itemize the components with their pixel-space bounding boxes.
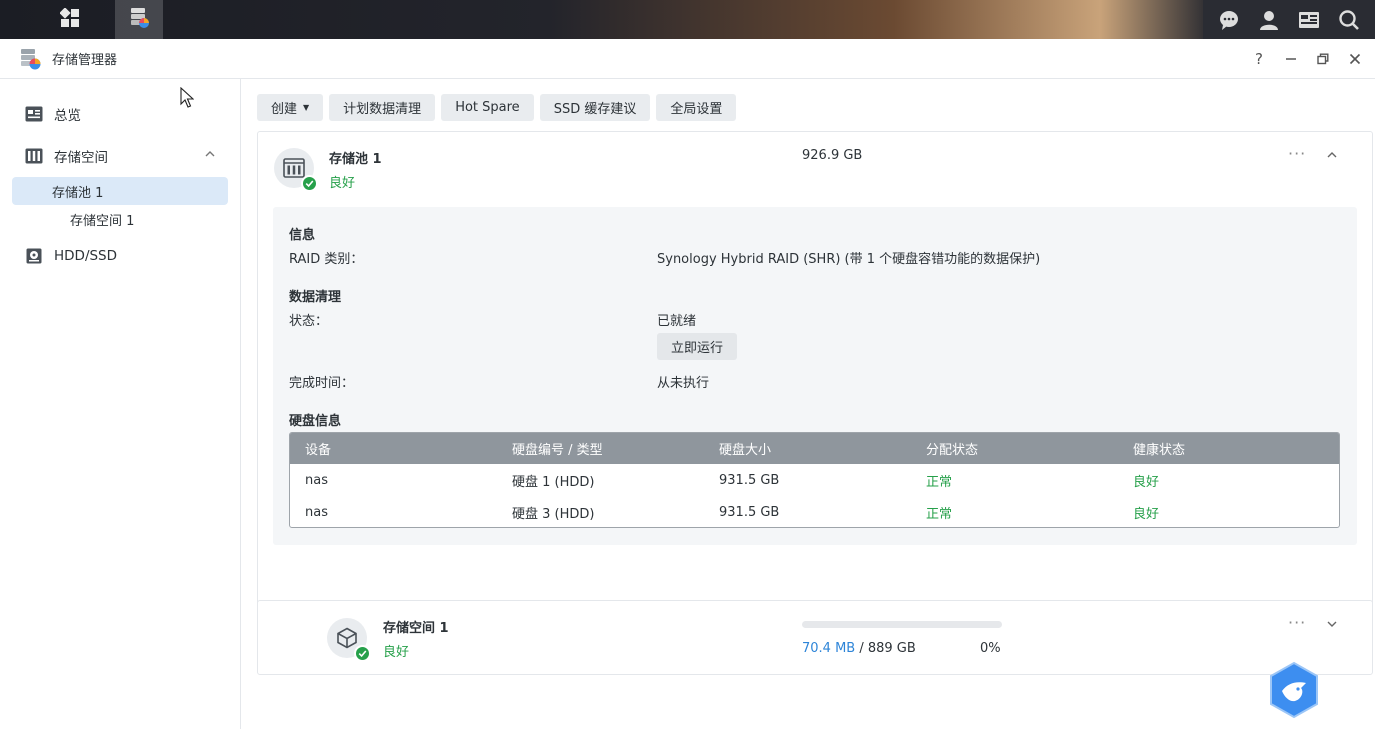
storage-pool-name: 存储池 1: [329, 152, 382, 167]
volume-usage-percent: 0%: [980, 641, 1001, 656]
storage-pool-icon: [274, 148, 318, 192]
volume-name: 存储空间 1: [383, 621, 449, 636]
more-icon[interactable]: ···: [1288, 613, 1306, 632]
storage-pool-details: 信息 RAID 类别： Synology Hybrid RAID (SHR) (…: [273, 207, 1357, 545]
storage-icon: [24, 146, 44, 166]
scrub-section-title: 数据清理: [289, 290, 342, 305]
table-header-row: 设备 硬盘编号 / 类型 硬盘大小 分配状态 健康状态: [290, 433, 1339, 464]
widgets-icon[interactable]: [1295, 6, 1323, 34]
scrub-status-value: 已就绪: [657, 314, 697, 329]
chevron-down-icon[interactable]: [1326, 618, 1338, 634]
device-cell: nas: [305, 472, 328, 488]
window-titlebar[interactable]: 存储管理器 ?: [0, 39, 1375, 79]
sidebar-item-label: 存储空间: [54, 150, 108, 166]
volume-total: / 889 GB: [855, 641, 916, 656]
disk-info-section-title: 硬盘信息: [289, 414, 342, 429]
scrub-status-label: 状态：: [289, 314, 329, 329]
column-header[interactable]: 硬盘编号 / 类型: [497, 439, 704, 458]
mouse-cursor-icon: [180, 86, 195, 113]
minimize-icon[interactable]: [1275, 43, 1307, 75]
volume-status: 良好: [383, 645, 410, 660]
assistant-button[interactable]: [1268, 661, 1320, 719]
ssd-cache-advisor-button[interactable]: SSD 缓存建议: [539, 93, 651, 121]
storage-pool-status: 良好: [329, 176, 356, 191]
check-icon: [354, 645, 371, 662]
sidebar-item-label: HDD/SSD: [54, 248, 118, 264]
column-header[interactable]: 设备: [290, 439, 497, 458]
raid-type-value: Synology Hybrid RAID (SHR) (带 1 个硬盘容错功能的…: [657, 252, 1041, 267]
hot-spare-button[interactable]: Hot Spare: [441, 93, 534, 121]
storage-pool-header[interactable]: 存储池 1 良好 926.9 GB ···: [258, 132, 1372, 206]
run-now-button[interactable]: 立即运行: [657, 333, 738, 360]
disk-id-cell: 硬盘 3 (HDD): [512, 506, 595, 522]
storage-manager-app-icon: [18, 47, 42, 71]
device-cell: nas: [305, 504, 328, 520]
sidebar-item-pool-1[interactable]: 存储池 1: [12, 177, 228, 205]
schedule-scrub-button[interactable]: 计划数据清理: [329, 93, 436, 121]
close-icon[interactable]: [1339, 43, 1371, 75]
sidebar-item-overview[interactable]: 总览: [0, 93, 240, 135]
volume-usage-text: 70.4 MB / 889 GB: [802, 641, 916, 656]
more-icon[interactable]: ···: [1288, 144, 1306, 163]
volume-usage-bar: [802, 621, 1002, 628]
completed-time-label: 完成时间：: [289, 376, 355, 391]
help-icon[interactable]: ?: [1243, 43, 1275, 75]
caret-down-icon: ▼: [303, 102, 310, 112]
volume-icon: [327, 618, 371, 662]
disk-id-cell: 硬盘 1 (HDD): [512, 474, 595, 490]
info-section-title: 信息: [289, 228, 316, 243]
allocation-status-cell: 正常: [926, 506, 953, 522]
restore-icon[interactable]: [1307, 43, 1339, 75]
sidebar-item-label: 总览: [54, 108, 81, 124]
sidebar-item-hdd-ssd[interactable]: HDD/SSD: [0, 235, 240, 277]
search-icon[interactable]: [1335, 6, 1363, 34]
check-icon: [301, 175, 318, 192]
chevron-up-icon[interactable]: [204, 148, 216, 164]
overview-icon: [24, 104, 44, 124]
global-settings-button[interactable]: 全局设置: [656, 93, 737, 121]
window-controls: ?: [1243, 39, 1371, 79]
disk-size-cell: 931.5 GB: [719, 504, 780, 520]
grid-icon: [59, 6, 80, 32]
storage-manager-taskbar-button[interactable]: [115, 0, 163, 39]
sidebar-item-storage[interactable]: 存储空间: [0, 135, 240, 177]
main-content: 创建 ▼ 计划数据清理 Hot Spare SSD 缓存建议 全局设置 存储池 1…: [257, 79, 1375, 729]
sidebar-item-volume-1[interactable]: 存储空间 1: [0, 205, 240, 233]
toolbar: 创建 ▼ 计划数据清理 Hot Spare SSD 缓存建议 全局设置: [257, 79, 1375, 131]
storage-manager-window: 存储管理器 ? 总览 存储空间 存储池 1 存储空间 1 HDD/SSD 创建 …: [0, 39, 1375, 729]
completed-time-value: 从未执行: [657, 376, 710, 391]
table-row[interactable]: nas 硬盘 1 (HDD) 931.5 GB 正常 良好: [290, 464, 1339, 496]
storage-pool-size: 926.9 GB: [802, 148, 863, 163]
disk-size-cell: 931.5 GB: [719, 472, 780, 488]
create-button[interactable]: 创建 ▼: [257, 93, 324, 121]
desktop-taskbar: [0, 0, 1375, 39]
health-status-cell: 良好: [1133, 506, 1160, 522]
chat-icon[interactable]: [1215, 6, 1243, 34]
raid-type-label: RAID 类别：: [289, 252, 364, 267]
column-header[interactable]: 健康状态: [1118, 439, 1325, 458]
column-header[interactable]: 硬盘大小: [704, 439, 911, 458]
create-label: 创建: [271, 101, 298, 117]
health-status-cell: 良好: [1133, 474, 1160, 490]
sidebar: 总览 存储空间 存储池 1 存储空间 1 HDD/SSD: [0, 79, 241, 729]
chevron-up-icon[interactable]: [1326, 149, 1338, 165]
column-header[interactable]: 分配状态: [911, 439, 1118, 458]
hdd-icon: [24, 246, 44, 266]
allocation-status-cell: 正常: [926, 474, 953, 490]
storage-pool-card: 存储池 1 良好 926.9 GB ··· 信息 RAID 类别： Synolo…: [257, 131, 1373, 636]
volume-used: 70.4 MB: [802, 641, 856, 656]
main-menu-button[interactable]: [46, 0, 94, 39]
disk-info-table: 设备 硬盘编号 / 类型 硬盘大小 分配状态 健康状态 nas 硬盘 1 (HD…: [289, 432, 1340, 528]
volume-card[interactable]: 存储空间 1 良好 70.4 MB / 889 GB 0% ···: [257, 600, 1373, 675]
table-row[interactable]: nas 硬盘 3 (HDD) 931.5 GB 正常 良好: [290, 496, 1339, 527]
taskbar-tray: [1203, 0, 1375, 39]
storage-manager-icon: [127, 6, 151, 34]
user-icon[interactable]: [1255, 6, 1283, 34]
window-title: 存储管理器: [52, 53, 118, 68]
